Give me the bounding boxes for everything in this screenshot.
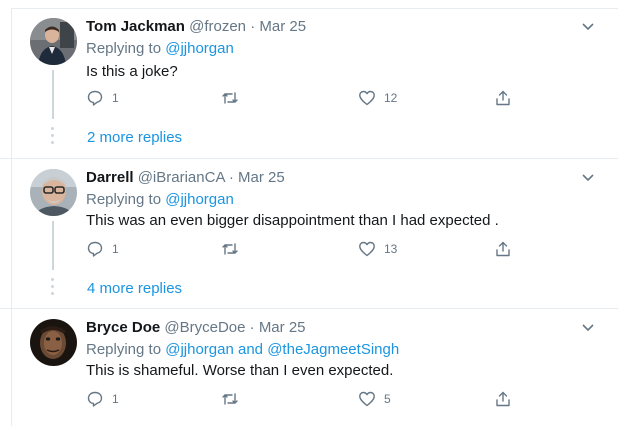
like-count: 5 [384, 392, 391, 406]
more-replies-link[interactable]: 2 more replies [87, 129, 182, 146]
retweet-button[interactable] [221, 390, 247, 408]
thread-line [52, 221, 54, 270]
mention-link[interactable]: @jjhorgan [165, 40, 234, 57]
display-name[interactable]: Darrell [86, 169, 134, 186]
heart-icon [359, 241, 375, 257]
separator: · [249, 319, 255, 336]
retweet-icon [222, 92, 238, 104]
tweet-text: Is this a joke? [86, 63, 178, 80]
thread-dots [51, 278, 55, 299]
like-count: 12 [384, 91, 398, 105]
tweet[interactable]: Bryce Doe @BryceDoe · Mar 25 Replying to… [0, 308, 618, 426]
tweet-date[interactable]: Mar 25 [238, 169, 285, 186]
display-name[interactable]: Bryce Doe [86, 319, 160, 336]
replying-to-label: Replying to [86, 40, 166, 57]
share-button[interactable] [494, 390, 512, 408]
avatar[interactable] [30, 18, 77, 65]
tweet[interactable]: Tom Jackman @frozen · Mar 25 Replying to… [0, 8, 618, 158]
tweet-actions: 1 12 [86, 89, 516, 111]
like-button[interactable]: 13 [358, 240, 397, 258]
reply-count: 1 [112, 91, 119, 105]
like-count: 13 [384, 242, 398, 256]
replying-to: Replying to @jjhorgan [86, 40, 234, 57]
retweet-button[interactable] [221, 240, 247, 258]
reply-count: 1 [112, 242, 119, 256]
heart-icon [359, 90, 375, 106]
mention-joiner: and [233, 341, 268, 358]
share-button[interactable] [494, 89, 512, 107]
retweet-button[interactable] [221, 89, 247, 107]
separator: · [250, 18, 256, 35]
share-icon [496, 391, 510, 407]
like-button[interactable]: 12 [358, 89, 397, 107]
chevron-down-icon[interactable] [581, 173, 595, 183]
tweet-actions: 1 13 [86, 240, 516, 262]
tweet-date[interactable]: Mar 25 [259, 319, 306, 336]
avatar[interactable] [30, 169, 77, 216]
thread-dots [51, 127, 55, 148]
tweet-header: Darrell @iBrarianCA · Mar 25 [86, 169, 285, 186]
share-icon [496, 241, 510, 257]
user-handle[interactable]: @iBrarianCA [138, 169, 225, 186]
tweet-text: This is shameful. Worse than I even expe… [86, 362, 394, 379]
tweet[interactable]: Darrell @iBrarianCA · Mar 25 Replying to… [0, 158, 618, 308]
mention-link[interactable]: @theJagmeetSingh [267, 341, 399, 358]
more-replies-link[interactable]: 4 more replies [87, 280, 182, 297]
user-handle[interactable]: @BryceDoe [164, 319, 245, 336]
tweet-date[interactable]: Mar 25 [259, 18, 306, 35]
mention-link[interactable]: @jjhorgan [165, 191, 234, 208]
tweet-header: Tom Jackman @frozen · Mar 25 [86, 18, 306, 35]
reply-icon [87, 90, 103, 106]
reply-icon [87, 241, 103, 257]
replying-to: Replying to @jjhorgan [86, 191, 234, 208]
user-handle[interactable]: @frozen [189, 18, 246, 35]
tweet-text: This was an even bigger disappointment t… [86, 212, 499, 229]
retweet-icon [222, 243, 238, 255]
retweet-icon [222, 393, 238, 405]
mention-link[interactable]: @jjhorgan [165, 341, 234, 358]
display-name[interactable]: Tom Jackman [86, 18, 185, 35]
thread-line [52, 70, 54, 119]
chevron-down-icon[interactable] [581, 22, 595, 32]
share-button[interactable] [494, 240, 512, 258]
share-icon [496, 90, 510, 106]
tweet-actions: 1 5 [86, 390, 516, 412]
separator: · [228, 169, 234, 186]
reply-count: 1 [112, 392, 119, 406]
avatar[interactable] [30, 319, 77, 366]
tweet-header: Bryce Doe @BryceDoe · Mar 25 [86, 319, 306, 336]
replying-to: Replying to @jjhorgan and @theJagmeetSin… [86, 341, 399, 358]
reply-icon [87, 391, 103, 407]
reply-button[interactable]: 1 [86, 240, 119, 258]
replying-to-label: Replying to [86, 341, 166, 358]
reply-button[interactable]: 1 [86, 390, 119, 408]
chevron-down-icon[interactable] [581, 323, 595, 333]
heart-icon [359, 391, 375, 407]
reply-button[interactable]: 1 [86, 89, 119, 107]
like-button[interactable]: 5 [358, 390, 391, 408]
replying-to-label: Replying to [86, 191, 166, 208]
